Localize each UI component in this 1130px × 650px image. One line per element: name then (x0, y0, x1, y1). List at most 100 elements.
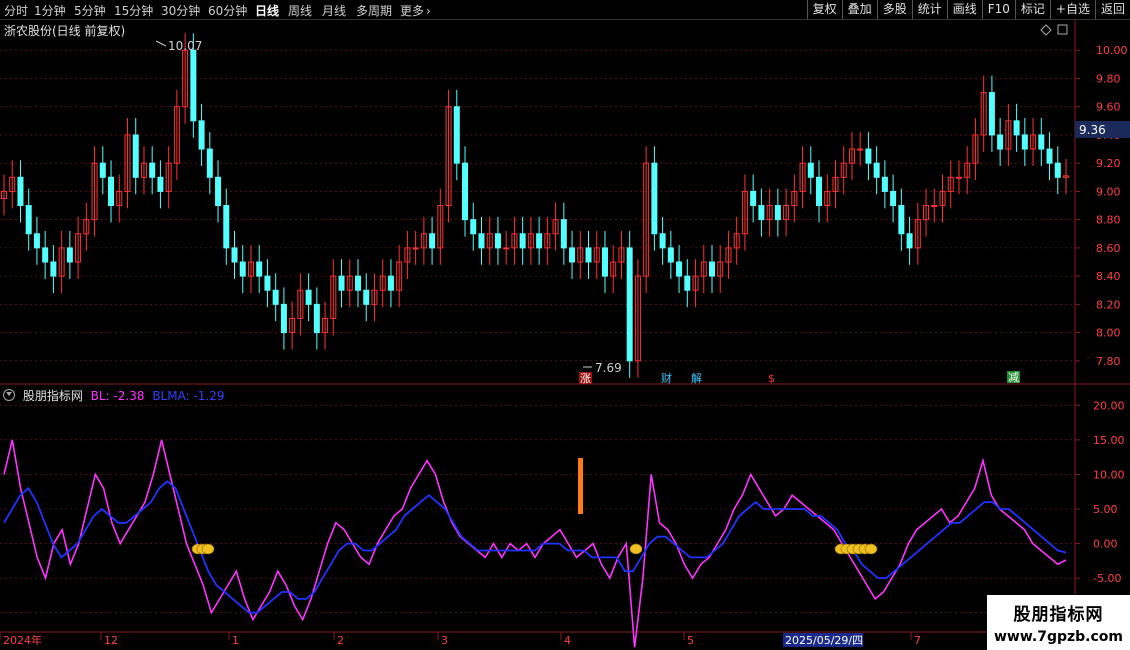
event-marker-dividend[interactable]: $ (768, 372, 775, 385)
money-bag-icon (629, 543, 643, 555)
price-axis: 7.808.008.208.408.608.809.009.209.409.60… (1075, 44, 1128, 368)
candle-body (1021, 134, 1028, 150)
candle-body (988, 92, 995, 136)
candle-body (536, 233, 543, 249)
stock-chart[interactable]: 7.808.008.208.408.608.809.009.209.409.60… (0, 0, 1130, 650)
candle-body (626, 247, 633, 362)
candle-body (25, 205, 32, 235)
date-label: 2 (337, 634, 344, 647)
event-marker-reduce[interactable]: 减 (1008, 371, 1019, 384)
candle-body (363, 289, 370, 305)
candle-body (857, 148, 864, 151)
indicator-tick-label: -5.00 (1093, 572, 1121, 585)
candle-body (272, 289, 279, 305)
candle-body (99, 162, 106, 178)
event-marker-rise[interactable]: 涨 (580, 372, 591, 385)
candle-body (906, 233, 913, 249)
signal-bar (578, 458, 583, 514)
price-tick-label: 7.80 (1096, 355, 1121, 368)
candle-body (462, 162, 469, 221)
watermark-url: www.7gpzb.com (993, 629, 1123, 645)
panel-maximize-icon[interactable] (1057, 24, 1068, 35)
candle-body (33, 233, 40, 249)
candle-body (709, 261, 715, 277)
candle-body (239, 261, 246, 277)
candlestick-series (1, 33, 1069, 378)
candle-body (659, 233, 666, 249)
price-tick-label: 8.20 (1096, 298, 1121, 311)
candle-body (66, 247, 73, 263)
candle-body (198, 120, 205, 150)
candle-body (453, 106, 460, 164)
candle-body (519, 233, 526, 249)
candle-body (149, 162, 156, 178)
candle-body (355, 275, 361, 291)
price-tick-label: 8.80 (1096, 214, 1121, 227)
indicator-name[interactable]: 股朋指标网 (23, 389, 83, 403)
candle-body (387, 275, 394, 291)
diamond-icon[interactable] (1040, 24, 1052, 36)
low-price-label: 7.69 (595, 361, 622, 375)
candle-body (816, 176, 823, 207)
price-tick-label: 8.00 (1096, 327, 1121, 340)
price-tick-label: 8.40 (1096, 270, 1121, 283)
main-chart-title: 浙农股份(日线 前复权) (4, 24, 126, 38)
candle-body (313, 303, 320, 334)
date-label-highlight: 2025/05/29/四 (785, 634, 863, 647)
date-label: 1 (232, 634, 239, 647)
candle-body (758, 205, 765, 221)
indicator-bl-value: BL: -2.38 (90, 389, 145, 403)
price-tick-label: 10.00 (1096, 44, 1128, 57)
candle-body (503, 247, 510, 250)
price-tick-label: 9.20 (1096, 157, 1121, 170)
candle-body (280, 303, 287, 334)
candle-body (651, 162, 658, 235)
candle-body (890, 190, 897, 207)
date-label: 3 (441, 634, 448, 647)
candle-body (774, 205, 781, 221)
candle-body (1054, 162, 1061, 178)
candle-body (898, 205, 905, 235)
candle-body (231, 247, 238, 263)
indicator-header: 股朋指标网 BL: -2.38 BLMA: -1.29 (3, 387, 225, 404)
indicator-tick-label: 20.00 (1093, 399, 1125, 412)
price-tick-label: 9.80 (1096, 72, 1121, 85)
candle-body (865, 148, 872, 164)
watermark-box: 股朋指标网 www.7gpzb.com (987, 595, 1130, 650)
candle-body (215, 176, 222, 207)
candle-body (807, 162, 814, 178)
price-tick-label: 9.00 (1096, 185, 1121, 198)
candle-body (157, 176, 164, 192)
candle-body (494, 233, 501, 249)
current-price-label: 9.36 (1079, 123, 1106, 137)
date-label: 2024年 (3, 633, 42, 647)
candle-body (412, 247, 419, 250)
indicator-axis: -10.00-5.000.005.0010.0015.0020.00 (1075, 399, 1128, 620)
money-bag-icon-group-1 (191, 543, 878, 555)
candle-body (684, 275, 691, 291)
candle-body (50, 261, 57, 277)
event-marker-finance[interactable]: 财 (661, 371, 672, 385)
candle-body (305, 289, 312, 305)
indicator-tick-label: 10.00 (1093, 468, 1125, 481)
candle-body (429, 233, 436, 249)
watermark-title: 股朋指标网 (1013, 605, 1104, 625)
candle-body (338, 275, 345, 291)
indicator-tick-label: 0.00 (1093, 538, 1118, 551)
high-price-label: 10.07 (168, 39, 202, 53)
candle-body (470, 219, 477, 235)
event-marker-unlock[interactable]: 解 (691, 371, 702, 385)
indicator-tick-label: 5.00 (1093, 503, 1118, 516)
date-label: 12 (104, 634, 118, 647)
candle-body (206, 148, 213, 178)
candle-body (223, 205, 230, 249)
candle-body (931, 205, 938, 208)
high-marker-line (155, 40, 167, 47)
candle-body (569, 247, 576, 263)
candle-body (676, 261, 683, 277)
candle-body (750, 190, 757, 207)
candle-body (17, 176, 24, 207)
dropdown-circle-icon[interactable] (3, 389, 15, 401)
candle-body (560, 219, 567, 249)
date-label: 7 (914, 634, 921, 647)
